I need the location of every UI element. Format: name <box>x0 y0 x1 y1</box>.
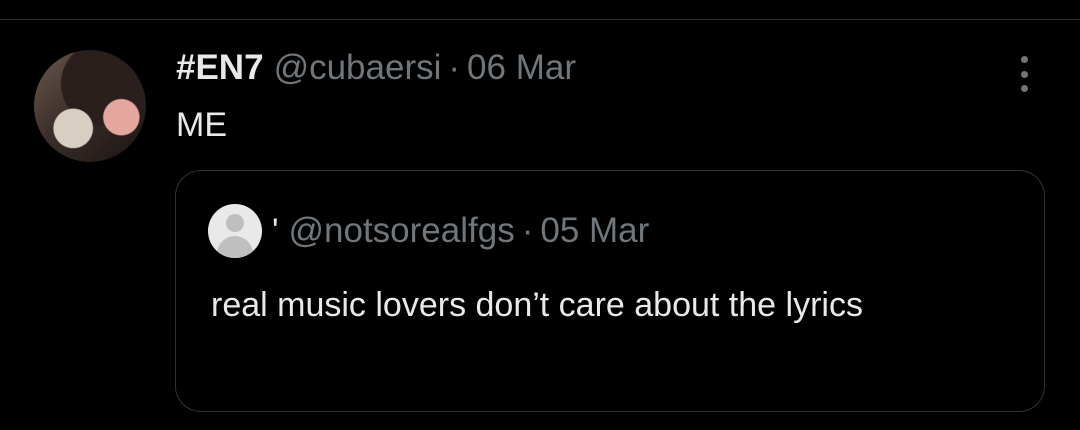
tweet-date[interactable]: 06 Mar <box>467 48 576 88</box>
tweet[interactable]: #EN7 @cubaersi · 06 Mar ME ' @notsorealf… <box>0 20 1080 430</box>
tweet-header: #EN7 @cubaersi · 06 Mar <box>176 48 576 92</box>
profile-body-shape <box>217 236 253 258</box>
default-profile-icon[interactable] <box>208 204 262 258</box>
quoted-tweet-card[interactable]: ' @notsorealfgs · 05 Mar real music love… <box>175 170 1045 412</box>
more-vertical-icon <box>1020 56 1028 63</box>
quoted-date[interactable]: 05 Mar <box>540 211 649 251</box>
quoted-tweet-text: real music lovers don’t care about the l… <box>211 286 863 324</box>
quoted-tweet-header: ' @notsorealfgs · 05 Mar <box>208 204 649 258</box>
author-handle[interactable]: @cubaersi <box>274 48 442 88</box>
quoted-display-name[interactable]: ' <box>272 212 279 251</box>
more-vertical-icon <box>1020 85 1028 92</box>
author-display-name[interactable]: #EN7 <box>176 48 264 88</box>
more-vertical-icon <box>1020 70 1028 78</box>
more-options-button[interactable] <box>1008 56 1040 92</box>
tweet-text: ME <box>176 106 227 144</box>
header-separator: · <box>448 48 461 87</box>
quoted-handle[interactable]: @notsorealfgs <box>289 211 515 251</box>
author-avatar[interactable] <box>34 50 146 162</box>
quoted-header-separator: · <box>521 211 534 250</box>
profile-head-shape <box>226 214 244 232</box>
